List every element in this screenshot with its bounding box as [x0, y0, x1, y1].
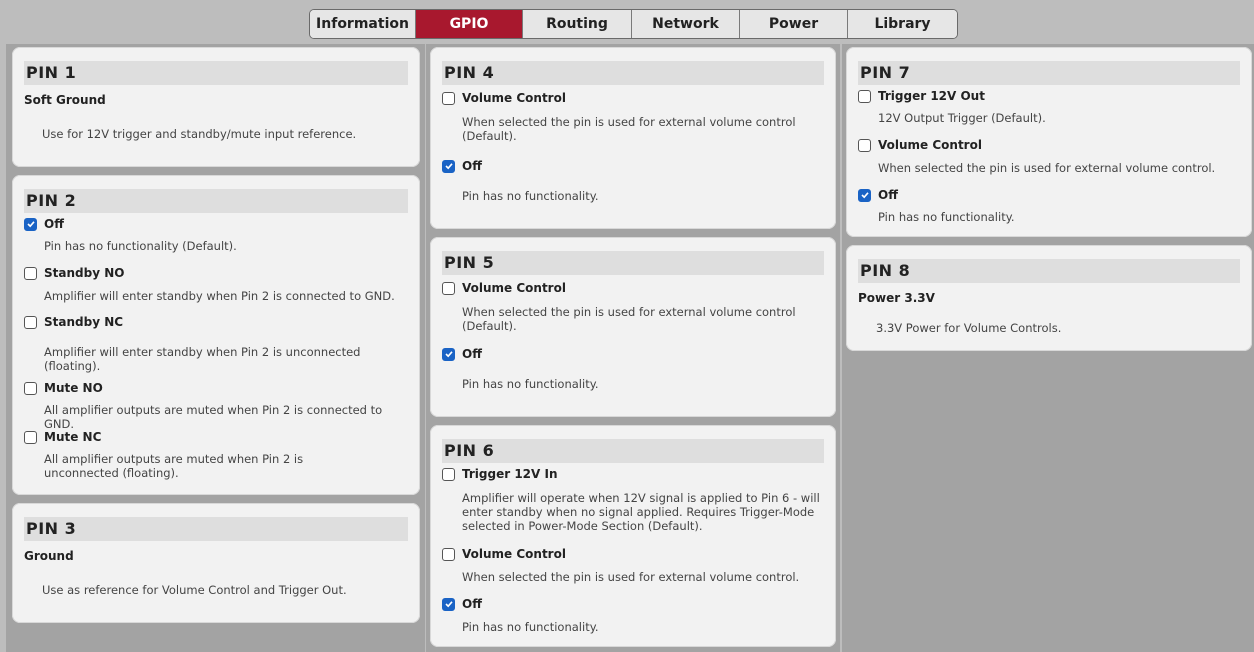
pin3-subtitle: Ground — [24, 549, 74, 563]
pin7-card: PIN 7 Trigger 12V Out 12V Output Trigger… — [846, 47, 1252, 237]
checkbox-checked-icon[interactable] — [442, 159, 455, 173]
option-desc: All amplifier outputs are muted when Pin… — [44, 452, 304, 480]
option-desc: Amplifier will operate when 12V signal i… — [462, 491, 820, 533]
pin3-title: PIN 3 — [24, 517, 408, 541]
option-desc: Pin has no functionality. — [878, 210, 1015, 224]
pin8-subtitle: Power 3.3V — [858, 291, 935, 305]
checkbox-checked-icon[interactable] — [442, 597, 455, 611]
pin2-option-mute-nc[interactable]: Mute NC — [24, 428, 408, 446]
option-label: Volume Control — [462, 547, 566, 561]
pin2-title: PIN 2 — [24, 189, 408, 213]
pin2-option-off[interactable]: Off — [24, 215, 408, 233]
checkbox-icon[interactable] — [858, 89, 871, 103]
pin7-option-off[interactable]: Off — [858, 186, 1240, 204]
pin1-desc: Use for 12V trigger and standby/mute inp… — [42, 127, 357, 141]
option-label: Off — [44, 217, 64, 231]
pin3-desc: Use as reference for Volume Control and … — [42, 583, 347, 597]
pin1-card: PIN 1 Soft Ground Use for 12V trigger an… — [12, 47, 420, 167]
pin2-card: PIN 2 Off Pin has no functionality (Defa… — [12, 175, 420, 495]
checkbox-icon[interactable] — [24, 381, 37, 395]
checkbox-icon[interactable] — [24, 430, 37, 444]
pin6-title: PIN 6 — [442, 439, 824, 463]
option-label: Trigger 12V Out — [878, 89, 985, 103]
pin5-card: PIN 5 Volume Control When selected the p… — [430, 237, 836, 417]
option-label: Volume Control — [462, 91, 566, 105]
checkbox-icon[interactable] — [858, 138, 871, 152]
option-label: Mute NC — [44, 430, 102, 444]
tab-routing[interactable]: Routing — [523, 10, 632, 38]
option-desc: When selected the pin is used for extern… — [878, 161, 1216, 175]
tab-network[interactable]: Network — [632, 10, 740, 38]
checkbox-icon[interactable] — [24, 266, 37, 280]
pin1-subtitle: Soft Ground — [24, 93, 106, 107]
pin2-option-mute-no[interactable]: Mute NO — [24, 379, 408, 397]
option-label: Standby NO — [44, 266, 125, 280]
pin7-option-volume-control[interactable]: Volume Control — [858, 136, 1240, 154]
option-desc: Amplifier will enter standby when Pin 2 … — [44, 345, 361, 373]
pin4-title: PIN 4 — [442, 61, 824, 85]
checkbox-checked-icon[interactable] — [24, 217, 37, 231]
option-label: Standby NC — [44, 315, 124, 329]
checkbox-icon[interactable] — [442, 467, 455, 481]
option-label: Off — [462, 597, 482, 611]
pin6-option-volume-control[interactable]: Volume Control — [442, 545, 824, 563]
checkbox-checked-icon[interactable] — [858, 188, 871, 202]
checkbox-icon[interactable] — [24, 315, 37, 329]
tab-information[interactable]: Information — [310, 10, 416, 38]
option-desc: All amplifier outputs are muted when Pin… — [44, 403, 383, 431]
pin6-card: PIN 6 Trigger 12V In Amplifier will oper… — [430, 425, 836, 647]
pin2-option-standby-no[interactable]: Standby NO — [24, 264, 408, 282]
checkbox-icon[interactable] — [442, 91, 455, 105]
pin8-card: PIN 8 Power 3.3V 3.3V Power for Volume C… — [846, 245, 1252, 351]
pin1-title: PIN 1 — [24, 61, 408, 85]
option-desc: Pin has no functionality (Default). — [44, 239, 237, 253]
pin6-option-trigger-12v-in[interactable]: Trigger 12V In — [442, 465, 824, 483]
option-desc: Pin has no functionality. — [462, 620, 599, 634]
option-desc: When selected the pin is used for extern… — [462, 570, 800, 584]
pin4-option-volume-control[interactable]: Volume Control — [442, 89, 824, 107]
option-label: Mute NO — [44, 381, 103, 395]
option-label: Volume Control — [462, 281, 566, 295]
tab-power[interactable]: Power — [740, 10, 848, 38]
option-label: Off — [462, 159, 482, 173]
pin2-option-standby-nc[interactable]: Standby NC — [24, 313, 408, 331]
checkbox-icon[interactable] — [442, 547, 455, 561]
option-label: Volume Control — [878, 138, 982, 152]
pin4-option-off[interactable]: Off — [442, 157, 824, 175]
pin7-option-trigger-12v-out[interactable]: Trigger 12V Out — [858, 87, 1240, 105]
tab-bar: Information GPIO Routing Network Power L… — [0, 0, 1254, 44]
option-label: Off — [878, 188, 898, 202]
pin5-option-off[interactable]: Off — [442, 345, 824, 363]
pin8-desc: 3.3V Power for Volume Controls. — [876, 321, 1062, 335]
option-desc: Pin has no functionality. — [462, 377, 599, 391]
pin7-title: PIN 7 — [858, 61, 1240, 85]
pin4-card: PIN 4 Volume Control When selected the p… — [430, 47, 836, 229]
option-desc: When selected the pin is used for extern… — [462, 115, 796, 143]
tab-library[interactable]: Library — [848, 10, 957, 38]
option-desc: Amplifier will enter standby when Pin 2 … — [44, 289, 395, 303]
pin5-option-volume-control[interactable]: Volume Control — [442, 279, 824, 297]
checkbox-checked-icon[interactable] — [442, 347, 455, 361]
option-desc: Pin has no functionality. — [462, 189, 599, 203]
pin5-title: PIN 5 — [442, 251, 824, 275]
option-label: Off — [462, 347, 482, 361]
tab-gpio[interactable]: GPIO — [416, 10, 523, 38]
checkbox-icon[interactable] — [442, 281, 455, 295]
option-desc: 12V Output Trigger (Default). — [878, 111, 1046, 125]
option-label: Trigger 12V In — [462, 467, 558, 481]
option-desc: When selected the pin is used for extern… — [462, 305, 796, 333]
pin8-title: PIN 8 — [858, 259, 1240, 283]
tab-group: Information GPIO Routing Network Power L… — [309, 9, 958, 39]
pin3-card: PIN 3 Ground Use as reference for Volume… — [12, 503, 420, 623]
pin6-option-off[interactable]: Off — [442, 595, 824, 613]
